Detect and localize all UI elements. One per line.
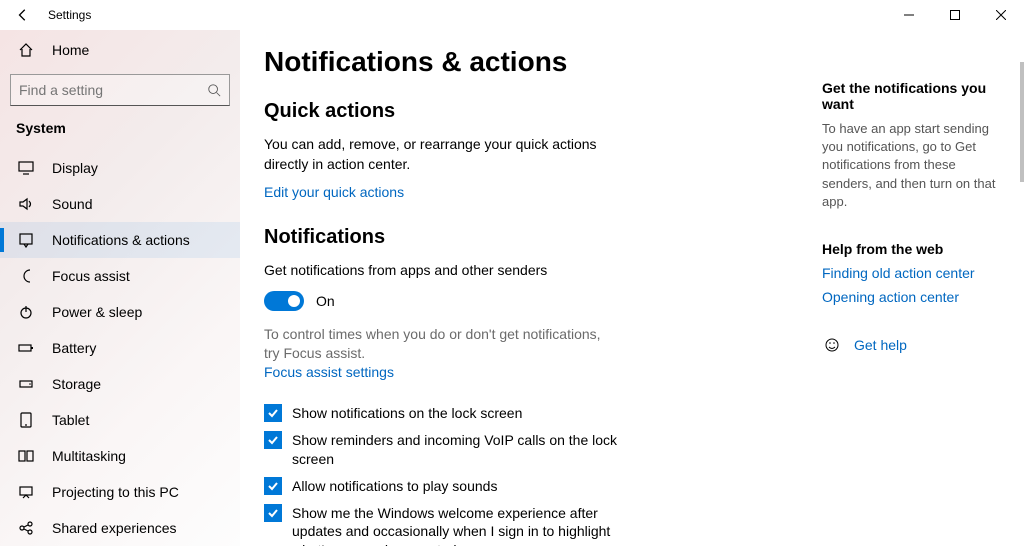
sidebar-item-battery[interactable]: Battery [0, 330, 240, 366]
checkbox-0[interactable] [264, 404, 282, 422]
quick-actions-desc: You can add, remove, or rearrange your q… [264, 135, 604, 174]
notifications-icon [16, 232, 36, 248]
check-label-1: Show reminders and incoming VoIP calls o… [292, 431, 624, 469]
check-row-0: Show notifications on the lock screen [264, 404, 624, 423]
titlebar: Settings [0, 0, 1024, 30]
notifications-toggle[interactable] [264, 291, 304, 311]
help-link-0[interactable]: Finding old action center [822, 265, 1008, 281]
sidebar-item-power[interactable]: Power & sleep [0, 294, 240, 330]
help-link-1[interactable]: Opening action center [822, 289, 1008, 305]
get-help-icon [822, 337, 842, 353]
notifications-toggle-state: On [316, 293, 335, 309]
sidebar-item-label: Projecting to this PC [52, 484, 179, 500]
search-icon [207, 83, 221, 97]
check-row-3: Show me the Windows welcome experience a… [264, 504, 624, 546]
focus-assist-hint: To control times when you do or don't ge… [264, 325, 604, 364]
help-heading: Help from the web [822, 241, 1008, 257]
page-title: Notifications & actions [264, 46, 790, 78]
sidebar-item-storage[interactable]: Storage [0, 366, 240, 402]
check-label-0: Show notifications on the lock screen [292, 404, 522, 423]
projecting-icon [16, 484, 36, 500]
storage-icon [16, 376, 36, 392]
sidebar-item-multitasking[interactable]: Multitasking [0, 438, 240, 474]
shared-icon [16, 520, 36, 536]
scrollbar[interactable] [1018, 30, 1024, 546]
aside: Get the notifications you want To have a… [814, 30, 1024, 546]
close-button[interactable] [978, 0, 1024, 30]
sidebar-item-label: Sound [52, 196, 92, 212]
minimize-button[interactable] [886, 0, 932, 30]
get-help-link[interactable]: Get help [854, 337, 907, 353]
check-label-3: Show me the Windows welcome experience a… [292, 504, 624, 546]
quick-actions-heading: Quick actions [264, 100, 790, 123]
sound-icon [16, 196, 36, 212]
checkbox-1[interactable] [264, 431, 282, 449]
sidebar-item-label: Battery [52, 340, 96, 356]
sidebar-item-display[interactable]: Display [0, 150, 240, 186]
notifications-heading: Notifications [264, 226, 790, 249]
content-pane: Notifications & actions Quick actions Yo… [240, 30, 814, 546]
sidebar-item-label: Focus assist [52, 268, 130, 284]
sidebar-item-projecting[interactable]: Projecting to this PC [0, 474, 240, 510]
display-icon [16, 160, 36, 176]
tablet-icon [16, 412, 36, 428]
tip-heading: Get the notifications you want [822, 80, 1008, 112]
multitasking-icon [16, 448, 36, 464]
check-row-2: Allow notifications to play sounds [264, 477, 624, 496]
sidebar-item-label: Power & sleep [52, 304, 142, 320]
check-row-1: Show reminders and incoming VoIP calls o… [264, 431, 624, 469]
battery-icon [16, 340, 36, 356]
tip-body: To have an app start sending you notific… [822, 120, 1008, 211]
focus-icon [16, 268, 36, 284]
search-field[interactable] [19, 82, 207, 98]
checkbox-2[interactable] [264, 477, 282, 495]
check-label-2: Allow notifications to play sounds [292, 477, 497, 496]
sidebar-item-label: Multitasking [52, 448, 126, 464]
notifications-toggle-label: Get notifications from apps and other se… [264, 261, 604, 281]
main: Notifications & actions Quick actions Yo… [240, 30, 1024, 546]
window-title: Settings [48, 8, 91, 22]
sidebar-item-shared[interactable]: Shared experiences [0, 510, 240, 546]
home-label: Home [52, 42, 89, 58]
sidebar-item-tablet[interactable]: Tablet [0, 402, 240, 438]
edit-quick-actions-link[interactable]: Edit your quick actions [264, 184, 404, 200]
home-button[interactable]: Home [0, 30, 240, 70]
sidebar-item-sound[interactable]: Sound [0, 186, 240, 222]
power-icon [16, 304, 36, 320]
sidebar-item-label: Notifications & actions [52, 232, 190, 248]
back-button[interactable] [14, 0, 32, 30]
home-icon [16, 42, 36, 58]
sidebar-item-label: Storage [52, 376, 101, 392]
maximize-button[interactable] [932, 0, 978, 30]
checkbox-3[interactable] [264, 504, 282, 522]
sidebar-item-label: Shared experiences [52, 520, 177, 536]
search-input[interactable] [10, 74, 230, 106]
sidebar-item-notifications[interactable]: Notifications & actions [0, 222, 240, 258]
section-system: System [0, 114, 240, 150]
sidebar: Home System Display Sound Notifications & … [0, 30, 240, 546]
focus-assist-link[interactable]: Focus assist settings [264, 364, 394, 380]
sidebar-item-focus[interactable]: Focus assist [0, 258, 240, 294]
sidebar-item-label: Tablet [52, 412, 89, 428]
sidebar-item-label: Display [52, 160, 98, 176]
